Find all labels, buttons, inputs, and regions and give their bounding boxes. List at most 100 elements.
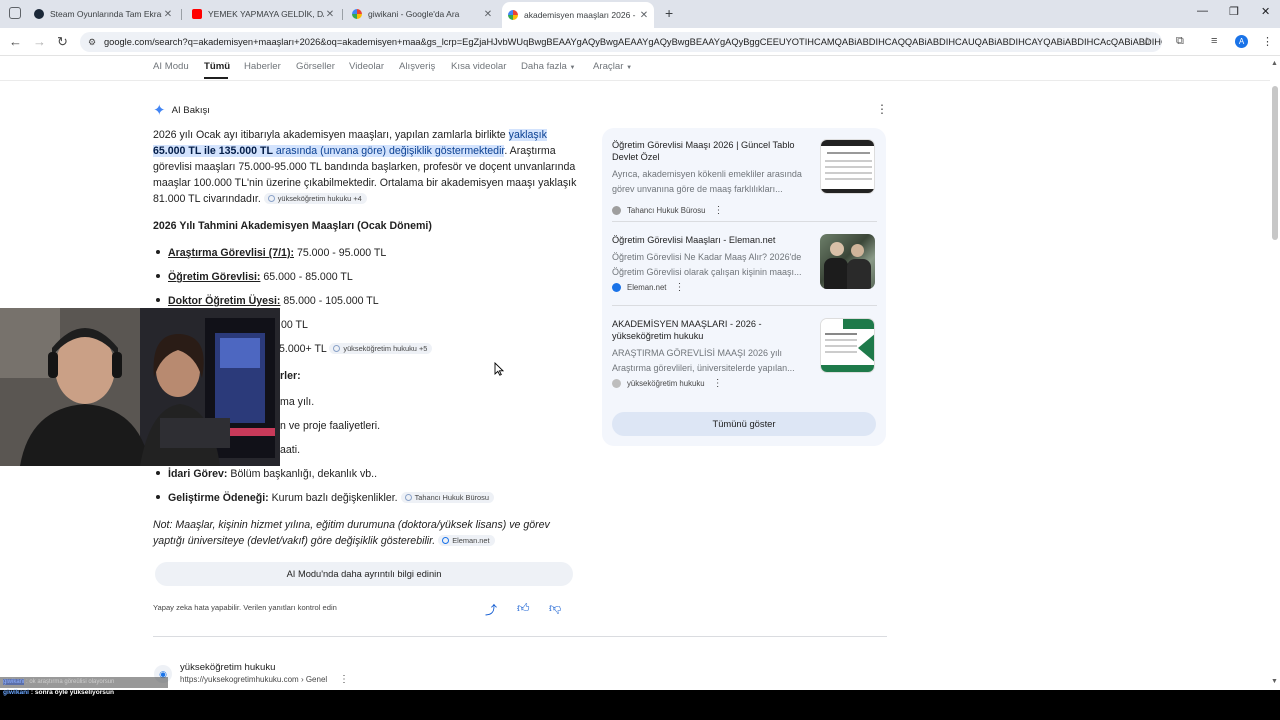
close-tab-icon[interactable]: ✕: [162, 9, 174, 20]
steam-icon: [34, 9, 44, 19]
kebab-icon[interactable]: ⋮: [713, 378, 723, 389]
filter-all[interactable]: Tümü: [204, 61, 230, 72]
list-item-partial: ma yılı.: [280, 395, 314, 409]
source-chip[interactable]: Tahancı Hukuk Bürosu: [400, 492, 494, 503]
kebab-icon[interactable]: ⋮: [713, 205, 723, 216]
more-options-icon[interactable]: ⋮: [876, 102, 888, 116]
source-icon: [404, 494, 412, 501]
bullet: [156, 250, 160, 254]
salary-value: 75.000 - 95.000 TL: [294, 247, 387, 259]
minimize-icon[interactable]: —: [1197, 5, 1208, 17]
tab-title: YEMEK YAPMAYA GELDİK, DAYA: [208, 9, 324, 19]
filter-images[interactable]: Görseller: [296, 61, 335, 72]
extensions-icon[interactable]: ⧉: [1176, 35, 1184, 48]
scrollbar-thumb[interactable]: [1272, 86, 1278, 240]
close-window-icon[interactable]: ✕: [1261, 5, 1270, 18]
show-all-button[interactable]: Tümünü göster: [612, 412, 876, 436]
tab-title: giwikani - Google'da Ara: [368, 9, 460, 19]
chat-message: giwikani : sonra öyle yükseliyorsun: [3, 689, 114, 696]
scroll-up-icon[interactable]: ▲: [1271, 60, 1278, 67]
salary-subheading: 2026 Yılı Tahmini Akademisyen Maaşları (…: [153, 220, 432, 232]
site-favicon: [612, 283, 621, 292]
close-tab-icon[interactable]: ✕: [324, 9, 336, 20]
tab-search-icon[interactable]: [9, 7, 21, 19]
list-item-partial: aati.: [280, 443, 300, 457]
salary-label: Araştırma Görevlisi (7/1):: [168, 247, 294, 259]
source-description: Öğretim Görevlisi Ne Kadar Maaş Alır? 20…: [612, 252, 802, 277]
active-tab-indicator: [204, 77, 228, 79]
source-card[interactable]: Öğretim Görevlisi Maaşları - Eleman.net …: [612, 234, 877, 293]
maximize-icon[interactable]: ❐: [1229, 5, 1239, 18]
tab-strip: Steam Oyunlarında Tam Ekran S ✕ YEMEK YA…: [0, 0, 1280, 28]
admin-label: İdari Görev:: [168, 468, 228, 480]
filter-videos[interactable]: Videolar: [349, 61, 384, 72]
source-chip[interactable]: Eleman.net: [438, 535, 495, 546]
result-site-name[interactable]: yükseköğretim hukuku: [180, 662, 275, 673]
google-icon: [508, 10, 518, 20]
filter-news[interactable]: Haberler: [244, 61, 281, 72]
source-card[interactable]: Öğretim Görevlisi Maaşı 2026 | Güncel Ta…: [612, 139, 877, 216]
kebab-icon[interactable]: ⋮: [339, 674, 349, 685]
chat-username: giwikani: [3, 689, 30, 696]
browser-tab-active[interactable]: akademisyen maaşları 2026 - G ✕: [502, 2, 654, 28]
caret-down-icon: ▼: [569, 65, 576, 71]
source-thumbnail: [820, 139, 875, 194]
source-chip[interactable]: yükseköğretim hukuku +4: [263, 193, 367, 204]
source-chip[interactable]: yükseköğretim hukuku +5: [329, 343, 433, 354]
forward-icon[interactable]: →: [33, 34, 46, 49]
site-favicon: [612, 206, 621, 215]
filter-more[interactable]: Daha fazla ▼: [521, 61, 576, 72]
source-description: ARAŞTIRMA GÖREVLİSİ MAAŞI 2026 yılı Araş…: [612, 348, 795, 373]
filter-tools-label: Araçlar: [593, 61, 624, 72]
profile-avatar[interactable]: A: [1235, 35, 1248, 48]
intro-text-start: 2026 yılı Ocak ayı itibarıyla akademisye…: [153, 129, 509, 141]
address-bar[interactable]: ⚙ google.com/search?q=akademisyen+maaşla…: [80, 32, 1162, 52]
chat-overlay: [0, 690, 1280, 720]
filter-ai-mode[interactable]: AI Modu: [153, 61, 189, 72]
back-icon[interactable]: ←: [9, 34, 22, 49]
new-tab-button[interactable]: +: [665, 5, 673, 21]
factors-heading-partial: rler:: [280, 369, 301, 383]
browser-tab-youtube[interactable]: YEMEK YAPMAYA GELDİK, DAYA ✕: [186, 4, 340, 24]
filter-short-videos[interactable]: Kısa videolar: [451, 61, 506, 72]
filter-shopping[interactable]: Alışveriş: [399, 61, 435, 72]
dev-value: Kurum bazlı değişkenlikler.: [268, 492, 398, 504]
menu-icon[interactable]: ⋮: [1262, 35, 1273, 48]
chip-label: Eleman.net: [452, 536, 490, 545]
bullet: [156, 471, 160, 475]
tab-title: akademisyen maaşları 2026 - G: [524, 10, 638, 20]
source-separator: [612, 305, 877, 306]
close-tab-icon[interactable]: ✕: [482, 9, 494, 20]
share-icon[interactable]: ⤴: [485, 601, 497, 618]
result-url[interactable]: https://yuksekogretimhukuku.com › Genel: [180, 675, 327, 684]
mouse-cursor-icon: [494, 362, 504, 376]
list-item-partial: 5.000+ TL yükseköğretim hukuku +5: [279, 342, 433, 356]
chat-text: : ok araştırma göreülisi olayorsun: [24, 679, 115, 685]
site-info-icon[interactable]: ⚙: [88, 32, 96, 52]
thumbs-up-icon[interactable]: 👍︎: [517, 601, 530, 616]
sources-panel: Öğretim Görevlisi Maaşı 2026 | Güncel Ta…: [602, 128, 886, 446]
youtube-icon: [192, 9, 202, 19]
source-title: AKADEMİSYEN MAAŞLARI - 2026 - yükseköğre…: [612, 319, 762, 341]
filter-tools[interactable]: Araçlar ▼: [593, 61, 632, 72]
search-filter-tabs: AI Modu Tümü Haberler Görseller Videolar…: [0, 57, 1270, 81]
source-card[interactable]: AKADEMİSYEN MAAŞLARI - 2026 - yükseköğre…: [612, 318, 877, 389]
tab-separator: [342, 9, 343, 20]
browser-tab-steam[interactable]: Steam Oyunlarında Tam Ekran S ✕: [28, 4, 178, 24]
reload-icon[interactable]: ↻: [57, 34, 68, 50]
close-tab-icon[interactable]: ✕: [638, 10, 650, 21]
media-control-icon[interactable]: ≡: [1211, 35, 1217, 47]
globe-icon: [333, 345, 341, 352]
thumbs-down-icon[interactable]: 👎︎: [549, 601, 561, 616]
browser-tab-google-giwikani[interactable]: giwikani - Google'da Ara ✕: [346, 4, 498, 24]
factor-text: aati.: [280, 444, 301, 456]
google-icon: [352, 9, 362, 19]
sparkle-icon: ✦: [153, 102, 166, 119]
source-description: Ayrıca, akademisyen kökenli emekliler ar…: [612, 169, 802, 194]
ai-mode-button[interactable]: AI Modu'nda daha ayrıntılı bilgi edinin: [155, 562, 573, 586]
site-name: yükseköğretim hukuku: [627, 379, 705, 388]
bookmark-star-icon[interactable]: ☆: [1142, 35, 1152, 48]
kebab-icon[interactable]: ⋮: [674, 282, 684, 293]
url-text: google.com/search?q=akademisyen+maaşları…: [104, 37, 1162, 47]
scroll-down-icon[interactable]: ▼: [1271, 678, 1278, 685]
